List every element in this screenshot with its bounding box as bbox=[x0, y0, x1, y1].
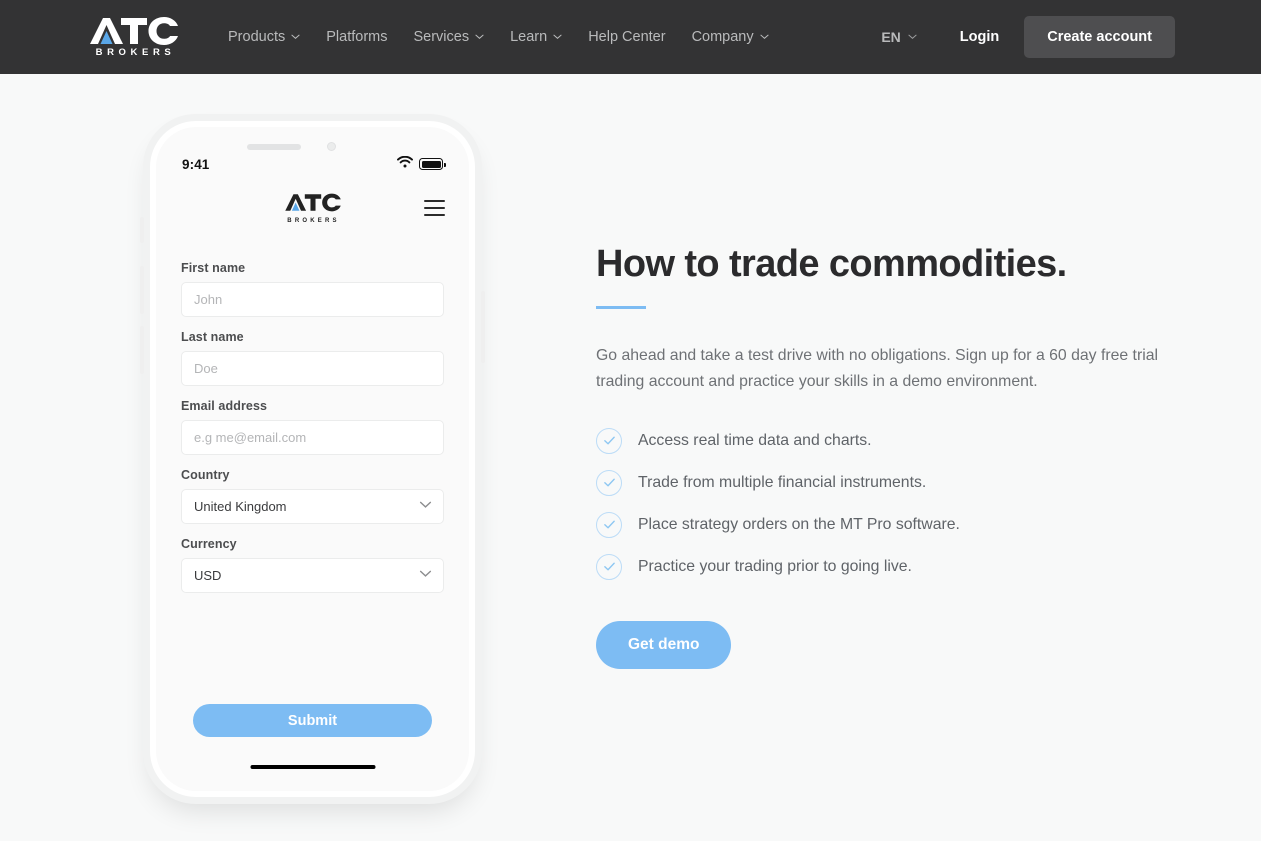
nav-item-services[interactable]: Services bbox=[400, 29, 497, 45]
phone-power-button bbox=[481, 291, 485, 363]
chevron-down-icon bbox=[475, 32, 484, 41]
country-label: Country bbox=[181, 468, 230, 482]
phone-brand-logo: BROKERS bbox=[284, 193, 342, 224]
hero-content: How to trade commodities. Go ahead and t… bbox=[596, 243, 1186, 669]
phone-app-header: BROKERS bbox=[156, 187, 469, 229]
phone-brand-tagline: BROKERS bbox=[287, 217, 340, 224]
nav-label: Products bbox=[228, 29, 286, 45]
signup-form: First name Last name Email address Count… bbox=[181, 261, 444, 606]
phone-volume-up-button bbox=[140, 266, 144, 314]
status-indicators bbox=[397, 155, 446, 173]
phone-status-bar: 9:41 bbox=[156, 153, 469, 175]
check-circle-icon bbox=[596, 427, 622, 454]
nav-label: Platforms bbox=[326, 29, 388, 45]
chevron-down-icon bbox=[291, 32, 300, 41]
nav-item-company[interactable]: Company bbox=[679, 29, 782, 45]
hamburger-menu-icon[interactable] bbox=[424, 200, 445, 216]
nav-item-platforms[interactable]: Platforms bbox=[313, 29, 400, 45]
field-last-name: Last name bbox=[181, 330, 444, 386]
submit-button[interactable]: Submit bbox=[193, 704, 432, 737]
login-link[interactable]: Login bbox=[960, 29, 999, 45]
phone-mockup: 9:41 BROKERS First name John Last name D… bbox=[140, 121, 485, 797]
check-circle-icon bbox=[596, 469, 622, 496]
currency-select[interactable] bbox=[181, 558, 444, 593]
checklist-label: Practice your trading prior to going liv… bbox=[638, 557, 912, 575]
get-demo-button[interactable]: Get demo bbox=[596, 620, 732, 669]
field-country: Country bbox=[181, 468, 444, 524]
nav-label: Help Center bbox=[588, 29, 666, 45]
checklist-label: Access real time data and charts. bbox=[638, 431, 872, 449]
status-time: 9:41 bbox=[182, 156, 210, 172]
check-circle-icon bbox=[596, 511, 622, 538]
earpiece-speaker-icon bbox=[246, 144, 301, 150]
list-item: Trade from multiple financial instrument… bbox=[596, 469, 1186, 496]
primary-navigation: Products Platforms Services Learn Help C… bbox=[228, 29, 782, 45]
wifi-icon bbox=[397, 155, 413, 173]
title-accent-rule bbox=[596, 305, 646, 309]
phone-volume-down-button bbox=[140, 326, 144, 374]
battery-icon bbox=[419, 158, 446, 170]
brand-tagline: BROKERS bbox=[95, 47, 176, 58]
language-label: EN bbox=[881, 29, 901, 45]
hero-description: Go ahead and take a test drive with no o… bbox=[596, 346, 1159, 390]
email-address-input[interactable] bbox=[181, 420, 444, 455]
chevron-down-icon bbox=[760, 32, 769, 41]
country-select-value[interactable] bbox=[181, 489, 444, 524]
list-item: Practice your trading prior to going liv… bbox=[596, 553, 1186, 580]
field-email-address: Email address bbox=[181, 399, 444, 455]
field-currency: Currency bbox=[181, 537, 444, 593]
list-item: Access real time data and charts. bbox=[596, 427, 1186, 454]
phone-screen: 9:41 BROKERS First name John Last name D… bbox=[156, 127, 469, 791]
country-select[interactable] bbox=[181, 489, 444, 524]
nav-item-products[interactable]: Products bbox=[228, 29, 313, 45]
nav-item-help-center[interactable]: Help Center bbox=[575, 29, 678, 45]
list-item: Place strategy orders on the MT Pro soft… bbox=[596, 511, 1186, 538]
chevron-down-icon bbox=[553, 32, 562, 41]
atc-wordmark-icon bbox=[284, 193, 342, 217]
nav-label: Services bbox=[413, 29, 470, 45]
check-circle-icon bbox=[596, 553, 622, 580]
last-name-label: Last name bbox=[181, 330, 244, 344]
currency-label: Currency bbox=[181, 537, 237, 551]
first-name-input[interactable] bbox=[181, 282, 444, 317]
checklist-label: Trade from multiple financial instrument… bbox=[638, 473, 927, 491]
site-header: BROKERS Products Platforms Services Lear… bbox=[0, 0, 1261, 74]
chevron-down-icon bbox=[908, 32, 917, 41]
language-selector[interactable]: EN bbox=[881, 29, 917, 45]
currency-select-value[interactable] bbox=[181, 558, 444, 593]
atc-wordmark-icon bbox=[88, 16, 180, 46]
phone-mute-switch bbox=[140, 217, 144, 243]
checklist-label: Place strategy orders on the MT Pro soft… bbox=[638, 515, 960, 533]
create-account-button[interactable]: Create account bbox=[1024, 16, 1175, 58]
nav-label: Learn bbox=[510, 29, 548, 45]
field-first-name: First name bbox=[181, 261, 444, 317]
email-address-label: Email address bbox=[181, 399, 268, 413]
nav-label: Company bbox=[691, 29, 754, 45]
feature-checklist: Access real time data and charts. Trade … bbox=[596, 427, 1186, 580]
front-camera-icon bbox=[326, 142, 336, 151]
page-title: How to trade commodities. bbox=[596, 243, 1067, 285]
first-name-label: First name bbox=[181, 261, 246, 275]
nav-item-learn[interactable]: Learn bbox=[497, 29, 575, 45]
header-actions: EN Login Create account bbox=[881, 16, 1175, 58]
last-name-input[interactable] bbox=[181, 351, 444, 386]
brand-logo[interactable]: BROKERS bbox=[88, 16, 180, 58]
home-indicator bbox=[250, 764, 375, 769]
